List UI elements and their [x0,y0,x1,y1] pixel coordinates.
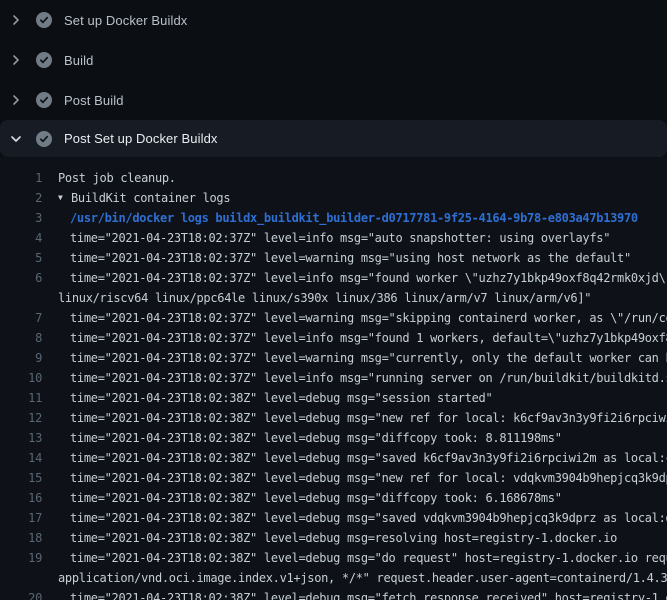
log-text: Post job cleanup. [58,168,176,188]
step-row-build[interactable]: Build [0,40,667,80]
log-line: 12 time="2021-04-23T18:02:38Z" level=debu… [0,408,667,428]
log-text: application/vnd.oci.image.index.v1+json,… [58,568,667,588]
log-line-number[interactable]: 12 [0,408,42,428]
log-line-number[interactable]: 1 [0,168,42,188]
log-line-number[interactable]: 8 [0,328,42,348]
log-line: 4 time="2021-04-23T18:02:37Z" level=info … [0,228,667,248]
step-label: Post Set up Docker Buildx [64,131,218,146]
log-line: 20 time="2021-04-23T18:02:38Z" level=debu… [0,588,667,600]
log-line-number [0,288,42,308]
log-group-collapse-icon[interactable]: ▼ [58,188,71,208]
log-line-number[interactable]: 17 [0,508,42,528]
log-line-number[interactable]: 18 [0,528,42,548]
steps-list: Set up Docker Buildx Build Post Build [0,0,667,157]
log-text: time="2021-04-23T18:02:38Z" level=debug … [70,448,667,468]
log-text: time="2021-04-23T18:02:38Z" level=debug … [70,488,562,508]
log-line-continuation: linux/riscv64 linux/ppc64le linux/s390x … [0,288,667,308]
log-line-number[interactable]: 2 [0,188,42,208]
log-text: time="2021-04-23T18:02:37Z" level=warnin… [70,248,631,268]
log-line: 18 time="2021-04-23T18:02:38Z" level=debu… [0,528,667,548]
log-line: 14 time="2021-04-23T18:02:38Z" level=debu… [0,448,667,468]
step-label: Build [64,53,93,68]
log-line-number[interactable]: 20 [0,588,42,600]
step-label: Set up Docker Buildx [64,13,187,28]
workflow-steps-log-panel: Set up Docker Buildx Build Post Build [0,0,667,600]
log-line: 17 time="2021-04-23T18:02:38Z" level=debu… [0,508,667,528]
log-line: 9 time="2021-04-23T18:02:37Z" level=warni… [0,348,667,368]
log-line-continuation: application/vnd.oci.image.index.v1+json,… [0,568,667,588]
log-line: 15 time="2021-04-23T18:02:38Z" level=debu… [0,468,667,488]
log-text: time="2021-04-23T18:02:38Z" level=debug … [70,528,617,548]
log-line-number[interactable]: 5 [0,248,42,268]
log-viewer: 1 Post job cleanup. 2 ▼BuildKit container l… [0,157,667,600]
log-line-number[interactable]: 6 [0,268,42,288]
log-line-number[interactable]: 19 [0,548,42,568]
log-text: time="2021-04-23T18:02:37Z" level=warnin… [70,308,667,328]
log-text: time="2021-04-23T18:02:37Z" level=warnin… [70,348,667,368]
log-line: 1 Post job cleanup. [0,168,667,188]
log-line-number[interactable]: 9 [0,348,42,368]
log-line-number[interactable]: 14 [0,448,42,468]
log-line: 16 time="2021-04-23T18:02:38Z" level=debu… [0,488,667,508]
step-row-set-up-docker-buildx[interactable]: Set up Docker Buildx [0,0,667,40]
log-lines: 1 Post job cleanup. 2 ▼BuildKit container l… [0,168,667,600]
log-line-number[interactable]: 4 [0,228,42,248]
log-line: 8 time="2021-04-23T18:02:37Z" level=info … [0,328,667,348]
log-line: 10 time="2021-04-23T18:02:37Z" level=info… [0,368,667,388]
chevron-right-icon [8,52,24,68]
log-text: time="2021-04-23T18:02:37Z" level=info m… [70,228,610,248]
log-text: linux/riscv64 linux/ppc64le linux/s390x … [58,288,591,308]
check-circle-icon [36,52,52,68]
check-circle-icon [36,131,52,147]
log-line-number[interactable]: 10 [0,368,42,388]
log-text: time="2021-04-23T18:02:38Z" level=debug … [70,468,667,488]
log-line: 2 ▼BuildKit container logs [0,188,667,208]
log-line: 3/usr/bin/docker logs buildx_buildkit_bu… [0,208,667,228]
check-circle-icon [36,12,52,28]
log-text: time="2021-04-23T18:02:38Z" level=debug … [70,508,667,528]
log-line: 19 time="2021-04-23T18:02:38Z" level=debu… [0,548,667,568]
log-text: time="2021-04-23T18:02:38Z" level=debug … [70,428,562,448]
log-line-number[interactable]: 13 [0,428,42,448]
log-command-text: /usr/bin/docker logs buildx_buildkit_bui… [70,208,638,228]
log-line-number [0,568,42,588]
log-line-number[interactable]: 11 [0,388,42,408]
chevron-right-icon [8,12,24,28]
step-label: Post Build [64,93,124,108]
log-text: BuildKit container logs [71,188,230,208]
chevron-down-icon [8,131,24,147]
log-text: time="2021-04-23T18:02:38Z" level=debug … [70,388,492,408]
step-row-post-build[interactable]: Post Build [0,80,667,120]
log-line: 13 time="2021-04-23T18:02:38Z" level=debu… [0,428,667,448]
check-circle-icon [36,92,52,108]
chevron-right-icon [8,92,24,108]
log-text: time="2021-04-23T18:02:37Z" level=info m… [70,368,667,388]
log-line-number[interactable]: 16 [0,488,42,508]
step-row-post-set-up-docker-buildx[interactable]: Post Set up Docker Buildx [0,120,667,157]
log-line-number[interactable]: 7 [0,308,42,328]
log-text: time="2021-04-23T18:02:37Z" level=info m… [70,268,667,288]
log-text: time="2021-04-23T18:02:38Z" level=debug … [70,588,667,600]
log-text: time="2021-04-23T18:02:37Z" level=info m… [70,328,667,348]
log-line: 7 time="2021-04-23T18:02:37Z" level=warni… [0,308,667,328]
log-line: 6 time="2021-04-23T18:02:37Z" level=info … [0,268,667,288]
log-line: 11 time="2021-04-23T18:02:38Z" level=debu… [0,388,667,408]
log-text: time="2021-04-23T18:02:38Z" level=debug … [70,548,667,568]
log-line-number[interactable]: 3 [0,208,42,228]
log-line: 5 time="2021-04-23T18:02:37Z" level=warni… [0,248,667,268]
log-line-number[interactable]: 15 [0,468,42,488]
log-text: time="2021-04-23T18:02:38Z" level=debug … [70,408,667,428]
